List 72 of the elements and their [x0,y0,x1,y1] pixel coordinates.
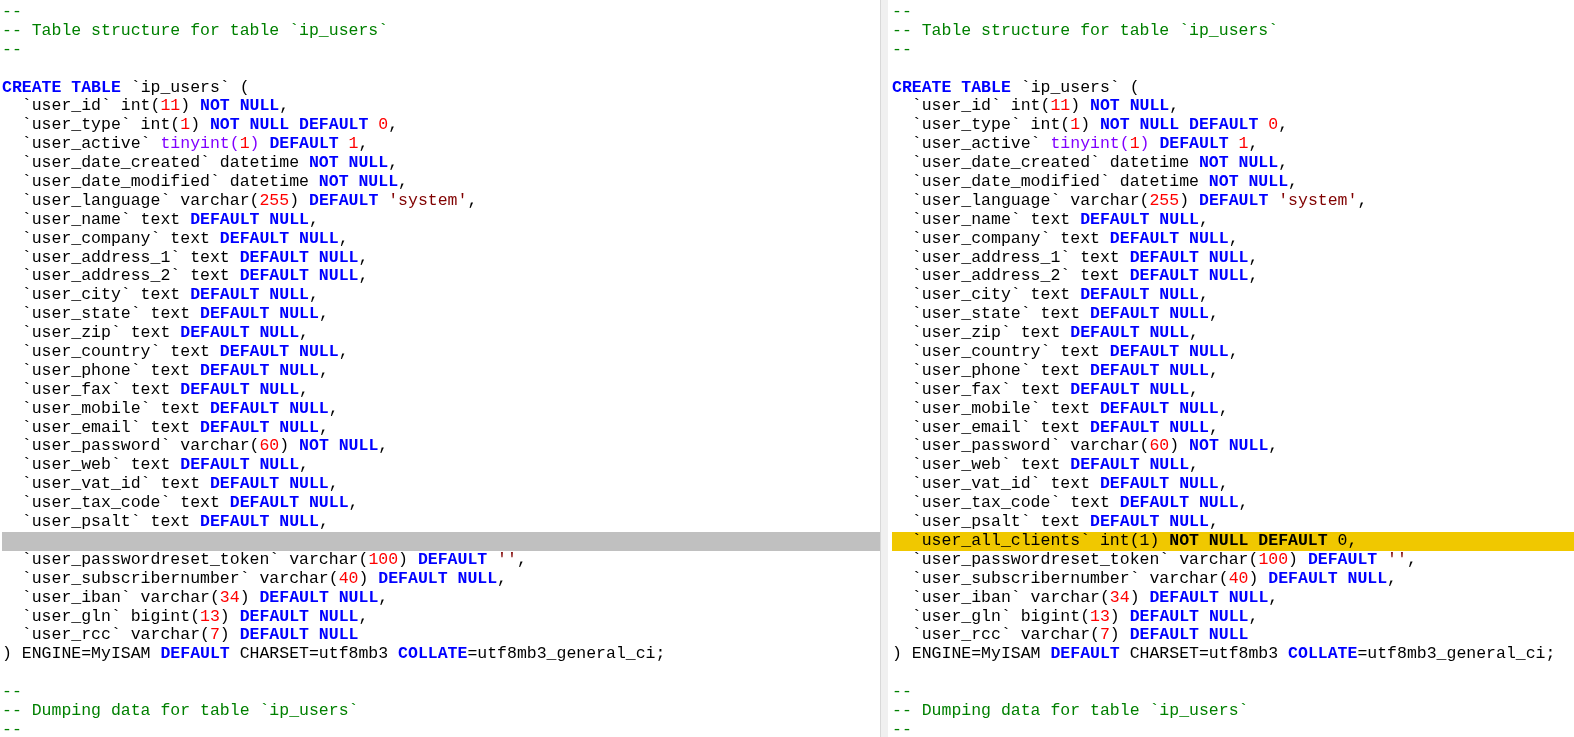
code-line: ) ENGINE=MyISAM DEFAULT CHARSET=utf8mb3 COLLATE=utf8mb3_general_ci; [2,645,666,665]
code-line: `user_language` varchar(255) DEFAULT 'system', [20,191,478,211]
code-line: -- Table structure for table `ip_users` [892,21,1279,41]
code-line: `user_tax_code` text DEFAULT NULL, [910,494,1249,514]
code-line: `user_rcc` varchar(7) DEFAULT NULL [910,626,1249,646]
code-line: -- [2,720,22,737]
code-line: `user_date_created` datetime NOT NULL, [20,154,399,173]
code-line: `user_name` text DEFAULT NULL, [20,210,319,230]
code-line: `user_passwordreset_token` varchar(100) DEFAULT '', [20,550,527,570]
code-line: `user_web` text DEFAULT NULL, [910,456,1199,476]
code-line: `user_psalt` text DEFAULT NULL, [910,513,1219,532]
code-line: -- [892,40,912,60]
code-line: `user_email` text DEFAULT NULL, [20,418,329,438]
code-line: `user_rcc` varchar(7) DEFAULT NULL [20,626,359,646]
code-line: `user_vat_id` text DEFAULT NULL, [910,475,1229,495]
code-line: `user_address_2` text DEFAULT NULL, [910,267,1259,287]
code-line: -- [2,683,22,702]
code-line: `user_company` text DEFAULT NULL, [910,229,1239,249]
code-line: `user_psalt` text DEFAULT NULL, [20,513,329,532]
code-line: `user_zip` text DEFAULT NULL, [910,324,1199,344]
code-line: `user_tax_code` text DEFAULT NULL, [20,494,359,514]
code-line: `user_web` text DEFAULT NULL, [20,456,309,476]
code-line: `user_date_created` datetime NOT NULL, [910,154,1289,173]
code-line: `user_password` varchar(60) NOT NULL, [20,437,389,457]
code-line: ) ENGINE=MyISAM DEFAULT CHARSET=utf8mb3 COLLATE=utf8mb3_general_ci; [892,645,1556,665]
code-line: `user_company` text DEFAULT NULL, [20,229,349,249]
code-line: `user_phone` text DEFAULT NULL, [20,361,329,381]
code-line: `user_state` text DEFAULT NULL, [20,305,329,325]
code-line: -- [2,40,22,60]
code-line: `user_active` tinyint(1) DEFAULT 1, [20,135,369,155]
code-line: `user_mobile` text DEFAULT NULL, [20,399,339,419]
code-line: `user_mobile` text DEFAULT NULL, [910,399,1229,419]
code-line: `user_subscribernumber` varchar(40) DEFAULT NULL, [20,569,507,589]
code-line: -- Table structure for table `ip_users` [2,21,389,41]
code-line: `user_city` text DEFAULT NULL, [910,286,1209,306]
code-line: `user_type` int(1) NOT NULL DEFAULT 0, [20,116,399,136]
code-line: CREATE TABLE `ip_users` ( [2,78,250,98]
code-line: `user_gln` bigint(13) DEFAULT NULL, [910,607,1259,627]
code-line: `user_fax` text DEFAULT NULL, [20,380,309,400]
code-line: `user_type` int(1) NOT NULL DEFAULT 0, [910,116,1289,136]
code-line: `user_iban` varchar(34) DEFAULT NULL, [910,588,1279,608]
code-line: `user_email` text DEFAULT NULL, [910,418,1219,438]
code-line: `user_address_1` text DEFAULT NULL, [20,248,369,268]
code-line: CREATE TABLE `ip_users` ( [892,78,1140,98]
code-line: `user_date_modified` datetime NOT NULL, [910,173,1298,192]
code-line: `user_iban` varchar(34) DEFAULT NULL, [20,588,389,608]
code-line: `user_password` varchar(60) NOT NULL, [910,437,1279,457]
code-line: `user_date_modified` datetime NOT NULL, [20,173,408,192]
code-line: `user_zip` text DEFAULT NULL, [20,324,309,344]
code-line: `user_active` tinyint(1) DEFAULT 1, [910,135,1259,155]
code-line: -- [892,683,912,702]
code-line: `user_state` text DEFAULT NULL, [910,305,1219,325]
code-line: `user_vat_id` text DEFAULT NULL, [20,475,339,495]
code-line: `user_passwordreset_token` varchar(100) DEFAULT '', [910,550,1417,570]
code-line: `user_id` int(11) NOT NULL, [910,97,1180,117]
code-line: `user_gln` bigint(13) DEFAULT NULL, [20,607,369,627]
code-line: `user_language` varchar(255) DEFAULT 'system', [910,191,1368,211]
code-line: `user_id` int(11) NOT NULL, [20,97,290,117]
code-line: `user_subscribernumber` varchar(40) DEFAULT NULL, [910,569,1397,589]
code-line: -- [892,720,912,737]
code-line: `user_name` text DEFAULT NULL, [910,210,1209,230]
code-line: `user_country` text DEFAULT NULL, [20,343,349,362]
code-line: -- [892,3,912,22]
code-line: `user_country` text DEFAULT NULL, [910,343,1239,362]
code-line: -- Dumping data for table `ip_users` [2,701,359,721]
code-line: -- [2,3,22,22]
code-line: `user_phone` text DEFAULT NULL, [910,361,1219,381]
code-line: `user_city` text DEFAULT NULL, [20,286,319,306]
code-line: `user_fax` text DEFAULT NULL, [910,380,1199,400]
code-line: -- Dumping data for table `ip_users` [892,701,1249,721]
code-line: `user_address_1` text DEFAULT NULL, [910,248,1259,268]
code-line: `user_address_2` text DEFAULT NULL, [20,267,369,287]
